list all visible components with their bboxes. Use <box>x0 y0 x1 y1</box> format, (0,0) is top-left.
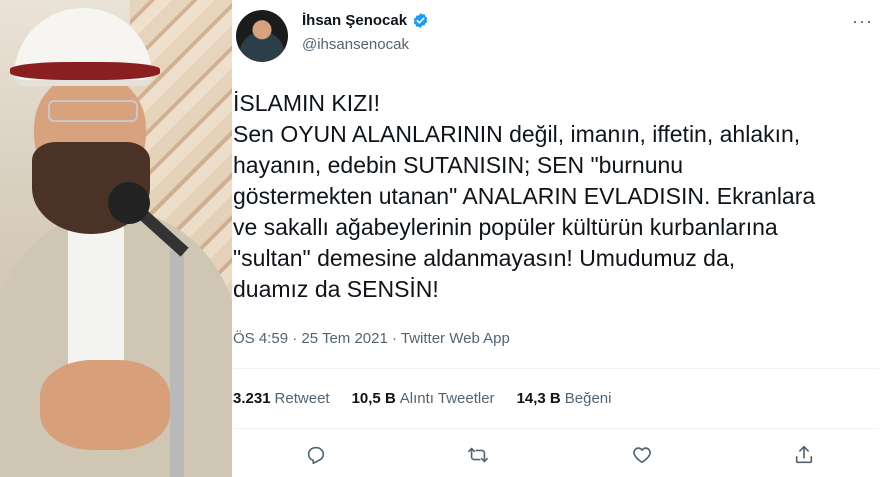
quote-tweet-count-label: Alıntı Tweetler <box>399 390 495 407</box>
author-avatar[interactable] <box>236 10 288 62</box>
more-options-icon[interactable]: ··· <box>852 12 873 30</box>
reply-icon <box>307 446 325 465</box>
author-name-row[interactable]: İhsan Şenocak <box>302 12 429 29</box>
retweet-count-value: 3.231 <box>233 390 271 407</box>
tweet-actions <box>233 440 879 470</box>
quote-tweet-count[interactable]: 10,5 B Alıntı Tweetler <box>352 390 495 407</box>
author-handle[interactable]: @ihsansenocak <box>302 36 409 53</box>
tweet-timestamp-source[interactable]: ÖS 4:59 · 25 Tem 2021 · Twitter Web App <box>233 330 510 347</box>
photo-glasses <box>48 100 138 122</box>
author-display-name[interactable]: İhsan Şenocak <box>302 12 407 29</box>
tweet-text: İSLAMIN KIZI! Sen OYUN ALANLARININ değil… <box>233 88 883 305</box>
photo-cap-band <box>10 62 160 80</box>
tweet-text-line: "sultan" demesine aldanmayasın! Umudumuz… <box>233 245 736 271</box>
retweet-icon <box>468 447 488 463</box>
tweet-text-line: İSLAMIN KIZI! <box>233 90 380 116</box>
retweet-count-label: Retweet <box>274 390 330 407</box>
microphone-stand <box>170 250 184 477</box>
retweet-count[interactable]: 3.231 Retweet <box>233 390 330 407</box>
tweet-stats: 3.231 Retweet 10,5 B Alıntı Tweetler 14,3 … <box>233 390 611 407</box>
like-button[interactable] <box>629 442 655 468</box>
like-icon <box>633 447 651 464</box>
quote-tweet-count-value: 10,5 B <box>351 390 396 407</box>
tweet-text-line: hayanın, edebin SUTANISIN; SEN "burnunu <box>233 152 684 178</box>
share-button[interactable] <box>791 442 817 468</box>
retweet-button[interactable] <box>465 442 491 468</box>
tweet-text-line: Sen OYUN ALANLARININ değil, imanın, iffe… <box>233 121 801 147</box>
verified-badge-icon <box>412 12 429 29</box>
reply-button[interactable] <box>303 442 329 468</box>
divider <box>233 368 879 369</box>
photo-hands <box>40 360 170 450</box>
share-icon <box>795 445 813 464</box>
speaker-photo <box>0 0 232 477</box>
tweet-text-line: ve sakallı ağabeylerinin popüler kültürü… <box>233 214 778 240</box>
like-count-label: Beğeni <box>564 390 612 407</box>
tweet-text-line: duamız da SENSİN! <box>233 276 439 302</box>
like-count-value: 14,3 B <box>516 390 561 407</box>
tweet-text-line: göstermekten utanan" ANALARIN EVLADISIN.… <box>233 183 816 209</box>
divider <box>233 428 879 429</box>
like-count[interactable]: 14,3 B Beğeni <box>517 390 612 407</box>
